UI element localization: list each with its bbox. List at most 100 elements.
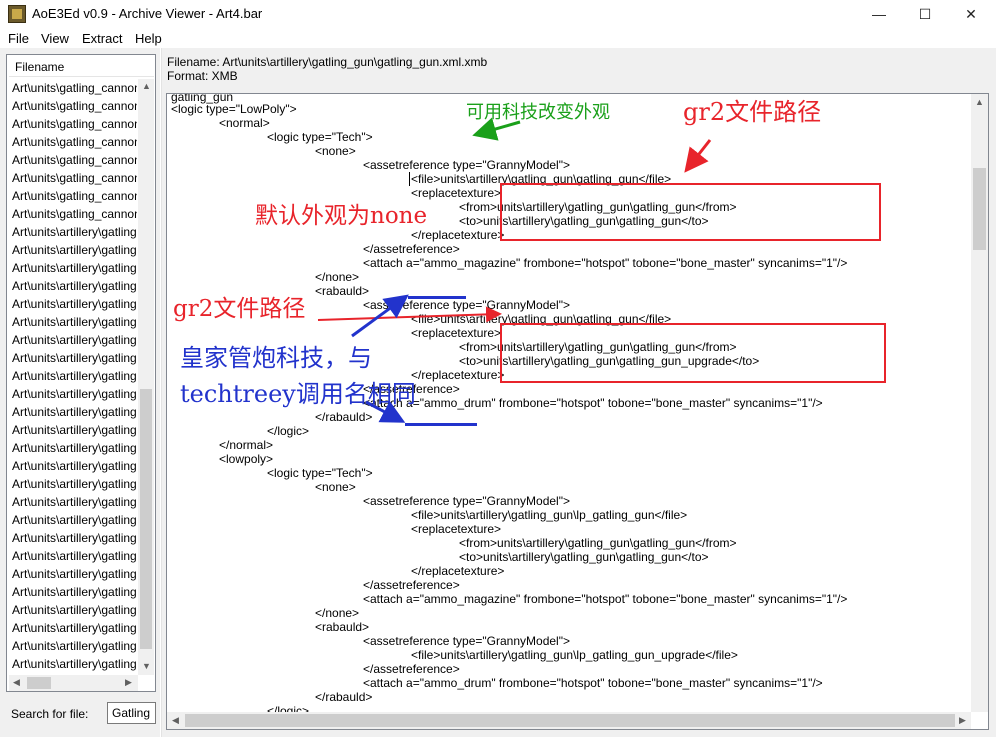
xml-line: <rabauld>	[315, 284, 370, 298]
file-list-item[interactable]: Art\units\artillery\gatling	[9, 313, 137, 331]
file-list-item[interactable]: Art\units\artillery\gatling	[9, 385, 137, 403]
xml-line: <attach a="ammo_drum" frombone="hotspot"…	[363, 676, 823, 690]
scroll-right-icon[interactable]: ▶	[125, 677, 132, 688]
file-list-vertical-scrollbar[interactable]: ▲ ▼	[138, 79, 154, 675]
file-list-item[interactable]: Art\units\artillery\gatling	[9, 565, 137, 583]
file-list-item[interactable]: Art\units\gatling_cannon	[9, 79, 137, 97]
scroll-left-icon[interactable]: ◀	[13, 677, 20, 688]
annotation-tech-note: 可用科技改变外观	[466, 102, 610, 123]
file-list-item[interactable]: Art\units\artillery\gatling	[9, 655, 137, 673]
file-list-item[interactable]: Art\units\artillery\gatling	[9, 331, 137, 349]
underline-rabauld-close	[405, 423, 477, 426]
xml-line: <attach a="ammo_magazine" frombone="hots…	[363, 256, 848, 270]
menu-view[interactable]: View	[41, 31, 69, 46]
panel-splitter[interactable]	[160, 48, 162, 737]
file-list-rows: Art\units\gatling_cannon Art\units\gatlin…	[9, 79, 137, 675]
annotation-royal-tech-line1: 皇家管炮科技，与	[180, 344, 372, 372]
file-list-item[interactable]: Art\units\gatling_cannon	[9, 205, 137, 223]
file-list-item[interactable]: Art\units\gatling_cannon	[9, 187, 137, 205]
viewer-vertical-scrollbar[interactable]: ▲	[971, 94, 988, 712]
file-list-item[interactable]: Art\units\artillery\gatling	[9, 547, 137, 565]
underline-rabauld	[408, 296, 466, 299]
menu-help[interactable]: Help	[135, 31, 162, 46]
file-list-item[interactable]: Art\units\artillery\gatling	[9, 493, 137, 511]
xml-line: <from>units\artillery\gatling_gun\gatlin…	[459, 536, 737, 550]
xml-line: <file>units\artillery\gatling_gun\lp_gat…	[411, 508, 688, 522]
title-bar: AoE3Ed v0.9 - Archive Viewer - Art4.bar …	[0, 0, 996, 28]
scroll-right-icon[interactable]: ▶	[959, 715, 966, 726]
file-list-item[interactable]: Art\units\artillery\gatling	[9, 529, 137, 547]
xml-line: </replacetexture>	[411, 228, 505, 242]
xml-line: <none>	[315, 480, 356, 494]
file-list-item[interactable]: Art\units\artillery\gatling	[9, 241, 137, 259]
close-button[interactable]: ✕	[948, 0, 994, 28]
xml-line: </assetreference>	[363, 578, 460, 592]
xml-line: </normal>	[219, 438, 274, 452]
xml-line: <rabauld>	[315, 620, 370, 634]
xml-line: <assetreference type="GrannyModel">	[363, 298, 570, 312]
window-title: AoE3Ed v0.9 - Archive Viewer - Art4.bar	[32, 6, 263, 21]
search-input[interactable]	[107, 702, 156, 724]
menu-extract[interactable]: Extract	[82, 31, 122, 46]
minimize-button[interactable]: —	[856, 0, 902, 28]
file-list-item[interactable]: Art\units\artillery\gatling	[9, 511, 137, 529]
file-list-item[interactable]: Art\units\gatling_cannon	[9, 133, 137, 151]
file-list-item[interactable]: Art\units\artillery\gatling	[9, 421, 137, 439]
scrollbar-thumb[interactable]	[140, 389, 152, 649]
xml-line: <logic type="Tech">	[267, 466, 373, 480]
scrollbar-thumb[interactable]	[973, 168, 986, 250]
file-list-item[interactable]: Art\units\artillery\gatling	[9, 277, 137, 295]
file-list-item[interactable]: Art\units\artillery\gatling	[9, 619, 137, 637]
file-list-item[interactable]: Art\units\artillery\gatling	[9, 439, 137, 457]
menu-bar: File View Extract Help	[0, 28, 996, 48]
file-list-item[interactable]: Art\units\artillery\gatling	[9, 223, 137, 241]
scroll-up-icon[interactable]: ▲	[975, 97, 984, 107]
text-caret	[409, 172, 410, 186]
xml-line: </replacetexture>	[411, 368, 505, 382]
xml-line: </assetreference>	[363, 242, 460, 256]
annotation-gr2-path-1: gr2文件路径	[683, 98, 822, 126]
xml-line: </none>	[315, 606, 360, 620]
xml-line: <logic type="Tech">	[267, 130, 373, 144]
xml-line: <attach a="ammo_drum" frombone="hotspot"…	[363, 396, 823, 410]
file-list-item[interactable]: Art\units\artillery\gatling	[9, 259, 137, 277]
xml-line: <replacetexture>	[411, 522, 502, 536]
file-list-item[interactable]: Art\units\artillery\gatling	[9, 601, 137, 619]
xml-line: <logic type="LowPoly">	[171, 102, 297, 116]
viewer-horizontal-scrollbar[interactable]: ◀ ▶	[167, 712, 971, 729]
xml-line: </none>	[315, 270, 360, 284]
scroll-down-icon[interactable]: ▼	[142, 661, 151, 671]
xml-line: <normal>	[219, 116, 270, 130]
file-list-item[interactable]: Art\units\artillery\gatling	[9, 475, 137, 493]
xml-line: <assetreference type="GrannyModel">	[363, 158, 570, 172]
file-list-item[interactable]: Art\units\gatling_cannon	[9, 97, 137, 115]
file-list-item[interactable]: Art\units\artillery\gatling	[9, 349, 137, 367]
xml-line: </logic>	[267, 424, 310, 438]
scrollbar-thumb[interactable]	[27, 677, 51, 689]
file-list-item[interactable]: Art\units\gatling_cannon	[9, 169, 137, 187]
scrollbar-thumb[interactable]	[185, 714, 955, 727]
highlight-box-rabauld	[500, 323, 886, 383]
maximize-button[interactable]: ☐	[902, 0, 948, 28]
scroll-up-icon[interactable]: ▲	[142, 81, 151, 91]
file-list-item[interactable]: Art\units\artillery\gatling	[9, 457, 137, 475]
xml-line: </rabauld>	[315, 410, 373, 424]
xml-line: <lowpoly>	[219, 452, 274, 466]
file-list-item[interactable]: Art\units\artillery\gatling	[9, 367, 137, 385]
xml-line: </replacetexture>	[411, 564, 505, 578]
scroll-left-icon[interactable]: ◀	[172, 715, 179, 726]
file-list-item[interactable]: Art\units\artillery\gatling	[9, 637, 137, 655]
file-list-item[interactable]: Art\units\artillery\gatling	[9, 583, 137, 601]
file-list[interactable]: Filename Art\units\gatling_cannon Art\uni…	[6, 54, 156, 692]
file-list-item[interactable]: Art\units\artillery\gatling	[9, 295, 137, 313]
xml-line: <none>	[315, 144, 356, 158]
file-list-item[interactable]: Art\units\gatling_cannon	[9, 115, 137, 133]
file-name-info: Filename: Art\units\artillery\gatling_gu…	[167, 55, 488, 69]
xml-line: <assetreference type="GrannyModel">	[363, 494, 570, 508]
file-list-item[interactable]: Art\units\artillery\gatling	[9, 403, 137, 421]
file-format-info: Format: XMB	[167, 69, 238, 83]
column-header-filename[interactable]: Filename	[9, 57, 154, 77]
file-list-item[interactable]: Art\units\gatling_cannon	[9, 151, 137, 169]
menu-file[interactable]: File	[8, 31, 29, 46]
file-list-horizontal-scrollbar[interactable]: ◀ ▶	[9, 675, 138, 691]
